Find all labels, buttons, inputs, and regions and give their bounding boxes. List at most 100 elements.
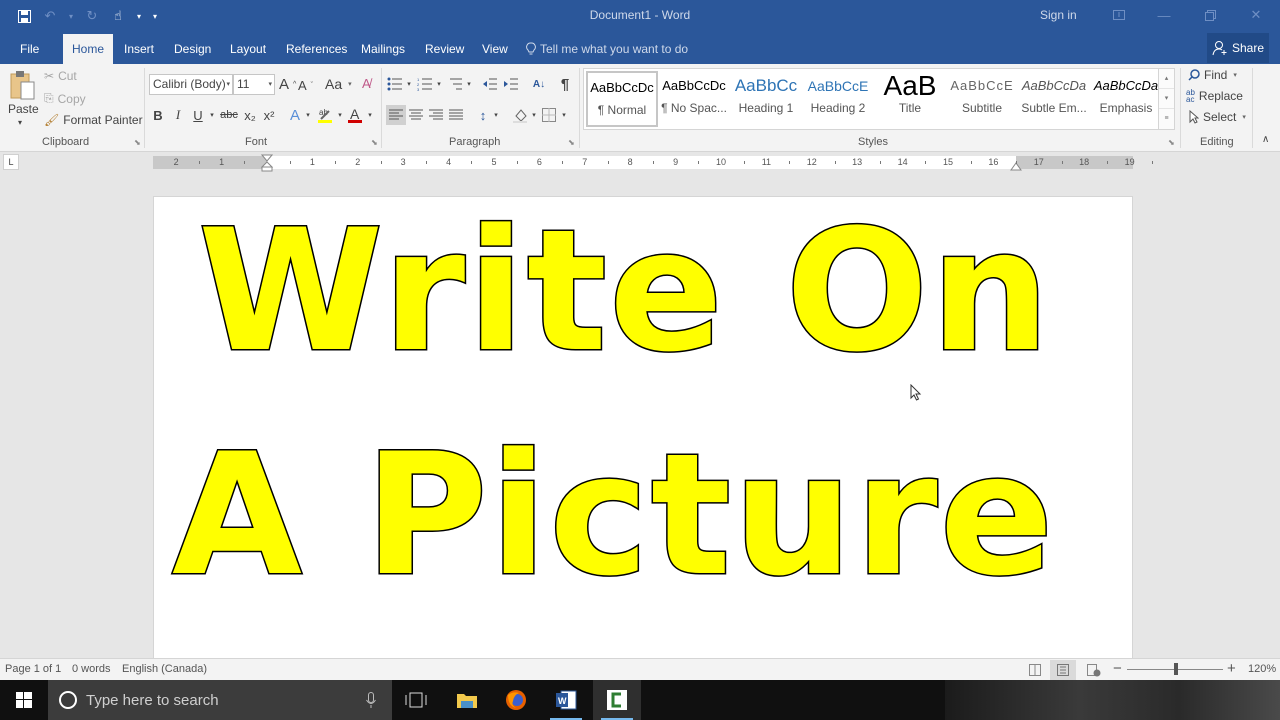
tab-references[interactable]: References xyxy=(278,34,355,64)
numbering-dropdown-icon[interactable]: ▾ xyxy=(435,74,443,94)
text-effects-icon[interactable]: A xyxy=(286,105,304,125)
tab-design[interactable]: Design xyxy=(166,34,219,64)
language-indicator[interactable]: English (Canada) xyxy=(122,663,207,675)
copy-button[interactable]: ⎘ Copy xyxy=(44,91,86,106)
document-text-line-2[interactable]: A Picture xyxy=(171,430,1056,601)
text-effects-dropdown-icon[interactable]: ▾ xyxy=(304,105,312,125)
tab-review[interactable]: Review xyxy=(417,34,472,64)
replace-button[interactable]: ab ac Replace xyxy=(1186,89,1243,104)
share-button[interactable]: Share xyxy=(1207,33,1269,63)
tab-file[interactable]: File xyxy=(12,34,47,64)
web-layout-icon[interactable] xyxy=(1081,660,1107,680)
style-subtitle[interactable]: AaBbCcE Subtitle xyxy=(946,71,1018,127)
clear-formatting-icon[interactable]: A̸ xyxy=(362,76,371,91)
style-emphasis[interactable]: AaBbCcDa Emphasis xyxy=(1090,71,1162,127)
close-icon[interactable]: ✕ xyxy=(1244,4,1268,26)
font-color-dropdown-icon[interactable]: ▾ xyxy=(366,105,374,125)
underline-dropdown-icon[interactable]: ▾ xyxy=(207,105,217,125)
tab-layout[interactable]: Layout xyxy=(222,34,274,64)
tab-view[interactable]: View xyxy=(474,34,516,64)
line-spacing-dropdown-icon[interactable]: ▾ xyxy=(492,105,500,125)
page-count[interactable]: Page 1 of 1 xyxy=(5,663,61,675)
print-layout-icon[interactable] xyxy=(1050,660,1076,680)
read-mode-icon[interactable] xyxy=(1022,660,1048,680)
tell-me-search[interactable]: Tell me what you want to do xyxy=(526,42,688,56)
tab-mailings[interactable]: Mailings xyxy=(353,34,413,64)
font-dialog-launcher-icon[interactable]: ⬊ xyxy=(371,138,378,147)
style-normal[interactable]: AaBbCcDc ¶ Normal xyxy=(586,71,658,127)
document-page[interactable]: Write On A Picture xyxy=(153,196,1133,658)
zoom-in-button[interactable]: + xyxy=(1227,660,1236,677)
customize-qat-icon[interactable]: ▾ xyxy=(150,6,160,26)
format-painter-button[interactable]: 🖌 Format Painter xyxy=(44,113,143,127)
touch-mode-icon[interactable]: ☝ xyxy=(108,6,128,26)
align-center-icon[interactable] xyxy=(406,105,426,125)
multilevel-list-icon[interactable] xyxy=(446,74,464,94)
shrink-font-icon[interactable]: Aˇ xyxy=(298,78,313,93)
touch-mode-dropdown-icon[interactable]: ▾ xyxy=(134,6,144,26)
indent-marker-icon[interactable] xyxy=(261,154,273,172)
more-styles-icon[interactable]: ≡ xyxy=(1159,109,1174,129)
horizontal-ruler[interactable]: 2 1 1 2 3 4 5 6 7 8 9 10 11 12 13 14 15 16 17 18 19 xyxy=(153,154,1154,172)
scroll-down-icon[interactable]: ▾ xyxy=(1159,89,1174,109)
font-color-button[interactable]: A xyxy=(345,105,365,125)
borders-dropdown-icon[interactable]: ▾ xyxy=(560,105,568,125)
styles-dialog-launcher-icon[interactable]: ⬊ xyxy=(1168,138,1175,147)
paste-label[interactable]: Paste xyxy=(8,102,39,116)
decrease-indent-icon[interactable] xyxy=(481,74,499,94)
undo-dropdown-icon[interactable]: ▾ xyxy=(66,6,76,26)
word-count[interactable]: 0 words xyxy=(72,663,111,675)
borders-icon[interactable] xyxy=(540,105,558,125)
word-taskbar-icon[interactable]: W xyxy=(542,680,590,720)
align-left-icon[interactable] xyxy=(386,105,406,125)
cut-button[interactable]: ✂ Cut xyxy=(44,69,77,83)
collapse-ribbon-icon[interactable]: ∧ xyxy=(1262,134,1269,145)
line-spacing-icon[interactable]: ↕ xyxy=(473,105,493,125)
style-heading-1[interactable]: AaBbCc Heading 1 xyxy=(730,71,802,127)
font-name-select[interactable]: Calibri (Body) ▾ xyxy=(149,74,233,95)
task-view-icon[interactable] xyxy=(392,680,440,720)
tab-home[interactable]: Home xyxy=(63,34,113,64)
change-case-button[interactable]: Aa ▾ xyxy=(325,76,352,92)
select-button[interactable]: Select ▾ xyxy=(1189,110,1246,124)
shading-icon[interactable] xyxy=(510,105,530,125)
document-text-line-1[interactable]: Write On xyxy=(197,206,1052,377)
file-explorer-icon[interactable] xyxy=(443,680,491,720)
justify-icon[interactable] xyxy=(446,105,466,125)
multilevel-dropdown-icon[interactable]: ▾ xyxy=(465,74,473,94)
highlight-color-button[interactable]: ab xyxy=(315,105,335,125)
style-title[interactable]: AaB Title xyxy=(874,71,946,127)
italic-button[interactable]: I xyxy=(170,105,186,125)
subscript-button[interactable]: x₂ xyxy=(241,105,259,125)
tab-insert[interactable]: Insert xyxy=(116,34,162,64)
undo-icon[interactable]: ↶ xyxy=(40,6,60,26)
minimize-icon[interactable]: — xyxy=(1152,4,1176,26)
paragraph-dialog-launcher-icon[interactable]: ⬊ xyxy=(568,138,575,147)
sort-icon[interactable]: A↓ xyxy=(530,74,548,94)
ribbon-display-options-icon[interactable] xyxy=(1107,4,1131,26)
shading-dropdown-icon[interactable]: ▾ xyxy=(530,105,538,125)
find-button[interactable]: Find ▾ xyxy=(1188,68,1237,82)
zoom-slider-thumb[interactable] xyxy=(1174,663,1179,675)
camtasia-taskbar-icon[interactable] xyxy=(593,680,641,720)
style-no-spacing[interactable]: AaBbCcDc ¶ No Spac... xyxy=(658,71,730,127)
underline-button[interactable]: U xyxy=(190,105,206,125)
numbering-icon[interactable]: 123 xyxy=(416,74,434,94)
align-right-icon[interactable] xyxy=(426,105,446,125)
save-icon[interactable] xyxy=(14,6,34,26)
bullets-dropdown-icon[interactable]: ▾ xyxy=(405,74,413,94)
zoom-out-button[interactable]: − xyxy=(1113,660,1122,677)
paste-dropdown-icon[interactable]: ▾ xyxy=(18,118,22,127)
bold-button[interactable]: B xyxy=(150,105,166,125)
paste-button[interactable] xyxy=(10,70,35,100)
strikethrough-button[interactable]: abc xyxy=(218,105,240,125)
taskbar-search[interactable]: Type here to search xyxy=(48,680,392,720)
style-subtle-emphasis[interactable]: AaBbCcDa Subtle Em... xyxy=(1018,71,1090,127)
sign-in-link[interactable]: Sign in xyxy=(1040,8,1077,22)
redo-icon[interactable]: ↻ xyxy=(82,6,102,26)
style-heading-2[interactable]: AaBbCcE Heading 2 xyxy=(802,71,874,127)
microphone-icon[interactable] xyxy=(366,692,376,708)
scroll-up-icon[interactable]: ▴ xyxy=(1159,69,1174,89)
zoom-level[interactable]: 120% xyxy=(1248,663,1276,675)
superscript-button[interactable]: x² xyxy=(260,105,278,125)
